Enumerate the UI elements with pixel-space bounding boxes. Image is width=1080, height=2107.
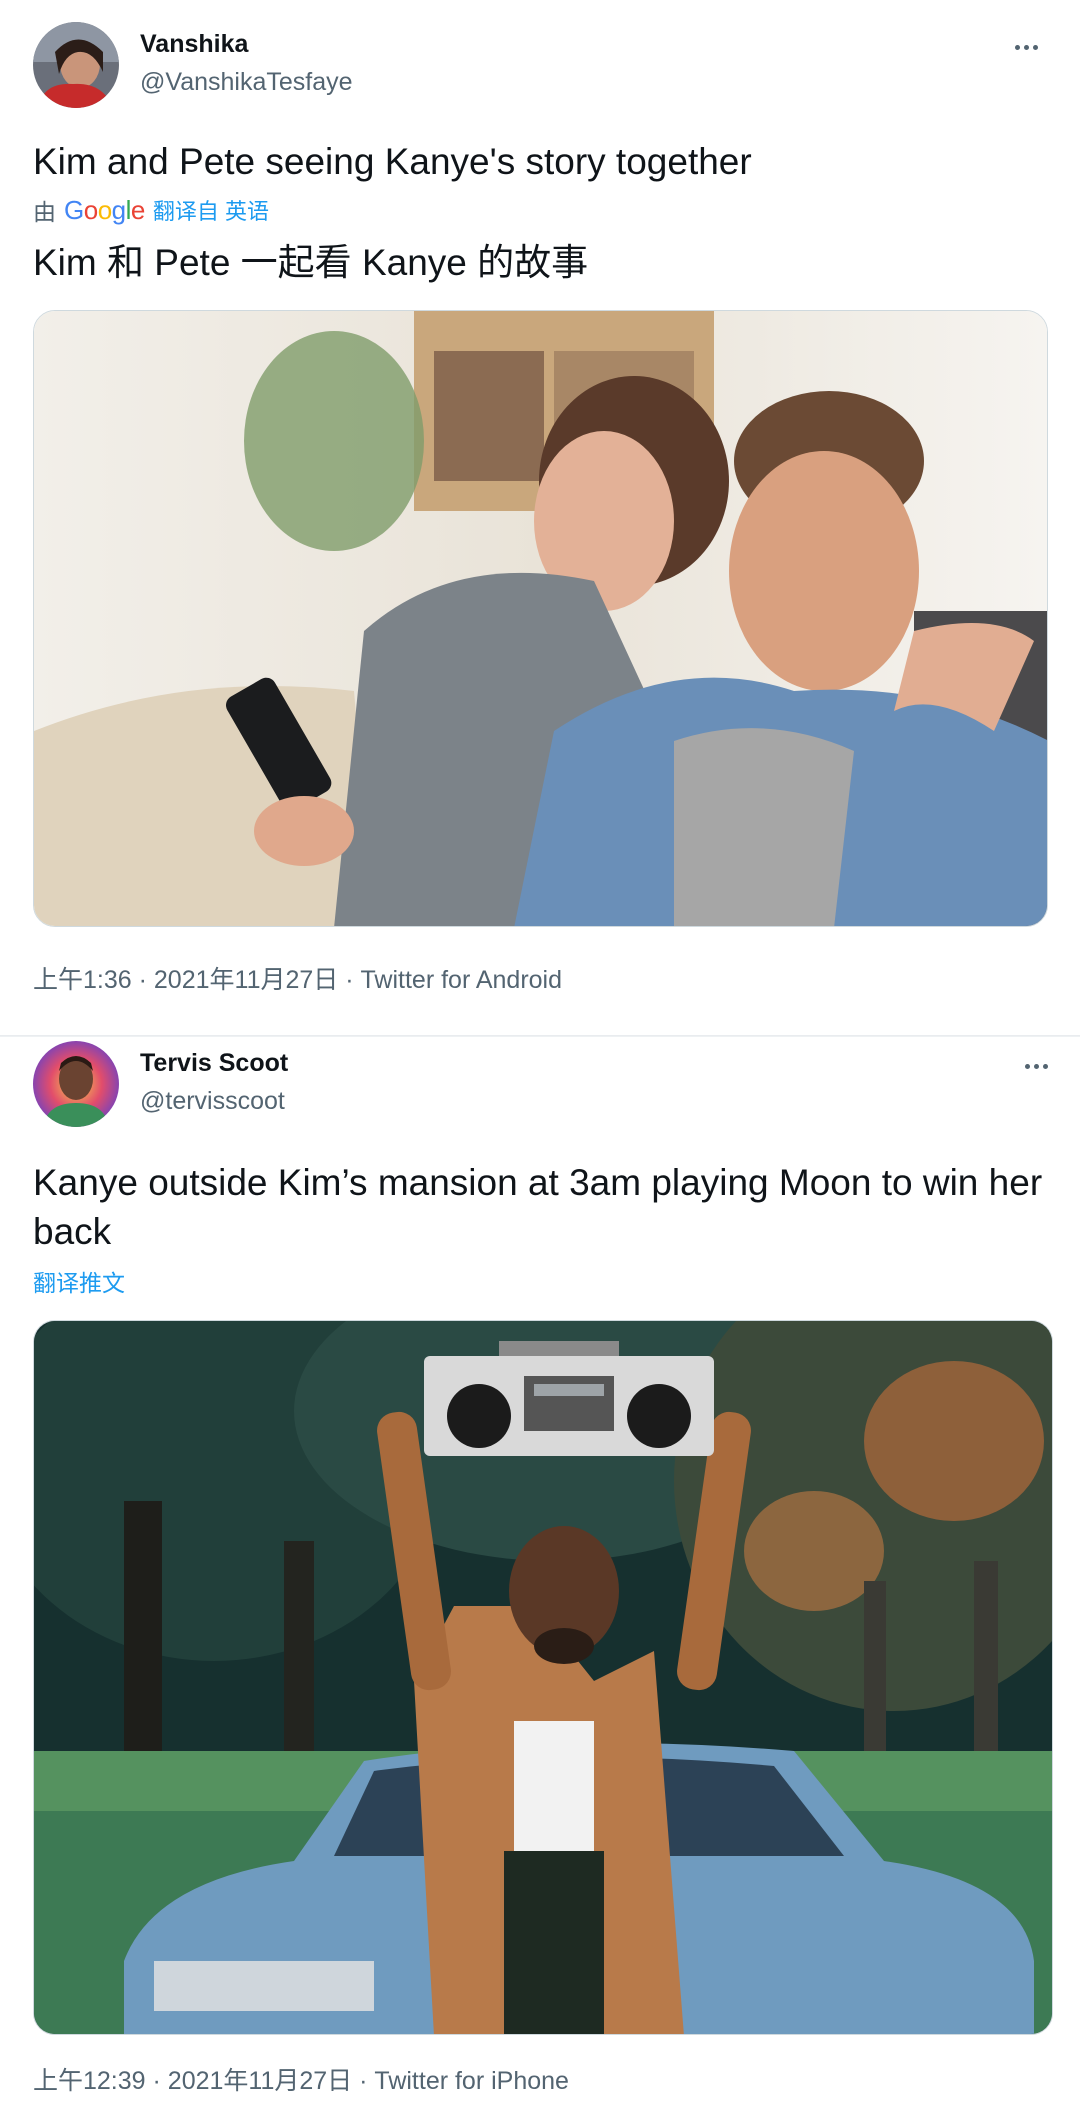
tweet-text: Kim and Pete seeing Kanye's story togeth…: [33, 141, 752, 182]
meta-separator: ·: [152, 2067, 161, 2095]
more-options-button[interactable]: [1004, 32, 1048, 62]
couple-laughing-at-phone-photo: [34, 311, 1047, 926]
tweet-metadata: 上午12:39 · 2021年11月27日 · Twitter for iPho…: [33, 2061, 569, 2097]
avatar[interactable]: [33, 1041, 119, 1127]
meta-separator: ·: [359, 2067, 368, 2095]
tweet-metadata: 上午1:36 · 2021年11月27日 · Twitter for Andro…: [33, 960, 562, 996]
tweet-date[interactable]: 2021年11月27日: [168, 2067, 352, 2095]
tweet-source[interactable]: Twitter for iPhone: [374, 2067, 569, 2095]
more-options-button[interactable]: [1014, 1051, 1058, 1081]
translated-text: Kim 和 Pete 一起看 Kanye 的故事: [33, 242, 589, 283]
display-name[interactable]: Vanshika: [140, 30, 248, 59]
tweet-text: Kanye outside Kim’s mansion at 3am playi…: [33, 1162, 1043, 1252]
man-holding-boombox-photo: [34, 1321, 1052, 2034]
tweet-date[interactable]: 2021年11月27日: [154, 966, 338, 994]
translated-from-link[interactable]: 翻译自 英语: [153, 194, 269, 226]
dot-icon: [1024, 1063, 1030, 1069]
translated-by-label: 由: [33, 199, 56, 225]
tweet-card[interactable]: Vanshika @VanshikaTesfaye Kim and Pete s…: [0, 0, 1080, 1036]
translate-tweet-link[interactable]: 翻译推文: [33, 1264, 125, 1298]
display-name[interactable]: Tervis Scoot: [140, 1049, 288, 1078]
dot-icon: [1014, 44, 1020, 50]
tweet-time[interactable]: 上午12:39: [33, 2067, 146, 2095]
meta-separator: ·: [345, 966, 354, 994]
user-handle[interactable]: @tervisscoot: [140, 1087, 285, 1116]
dot-icon: [1032, 44, 1038, 50]
tweet-source[interactable]: Twitter for Android: [361, 966, 562, 994]
avatar-image: [33, 22, 119, 108]
meta-separator: ·: [138, 966, 147, 994]
user-handle[interactable]: @VanshikaTesfaye: [140, 68, 353, 97]
translation-attribution: 由 Google 翻译自 英语: [33, 193, 269, 227]
google-logo: Google: [64, 194, 145, 225]
tweet-photo[interactable]: [33, 1320, 1053, 2035]
dot-icon: [1042, 1063, 1048, 1069]
dot-icon: [1023, 44, 1029, 50]
tweet-time[interactable]: 上午1:36: [33, 966, 132, 994]
tweet-card[interactable]: Tervis Scoot @tervisscoot Kanye outside …: [0, 1037, 1080, 2107]
avatar[interactable]: [33, 22, 119, 108]
dot-icon: [1033, 1063, 1039, 1069]
avatar-image: [33, 1041, 119, 1127]
tweet-photo[interactable]: [33, 310, 1048, 927]
